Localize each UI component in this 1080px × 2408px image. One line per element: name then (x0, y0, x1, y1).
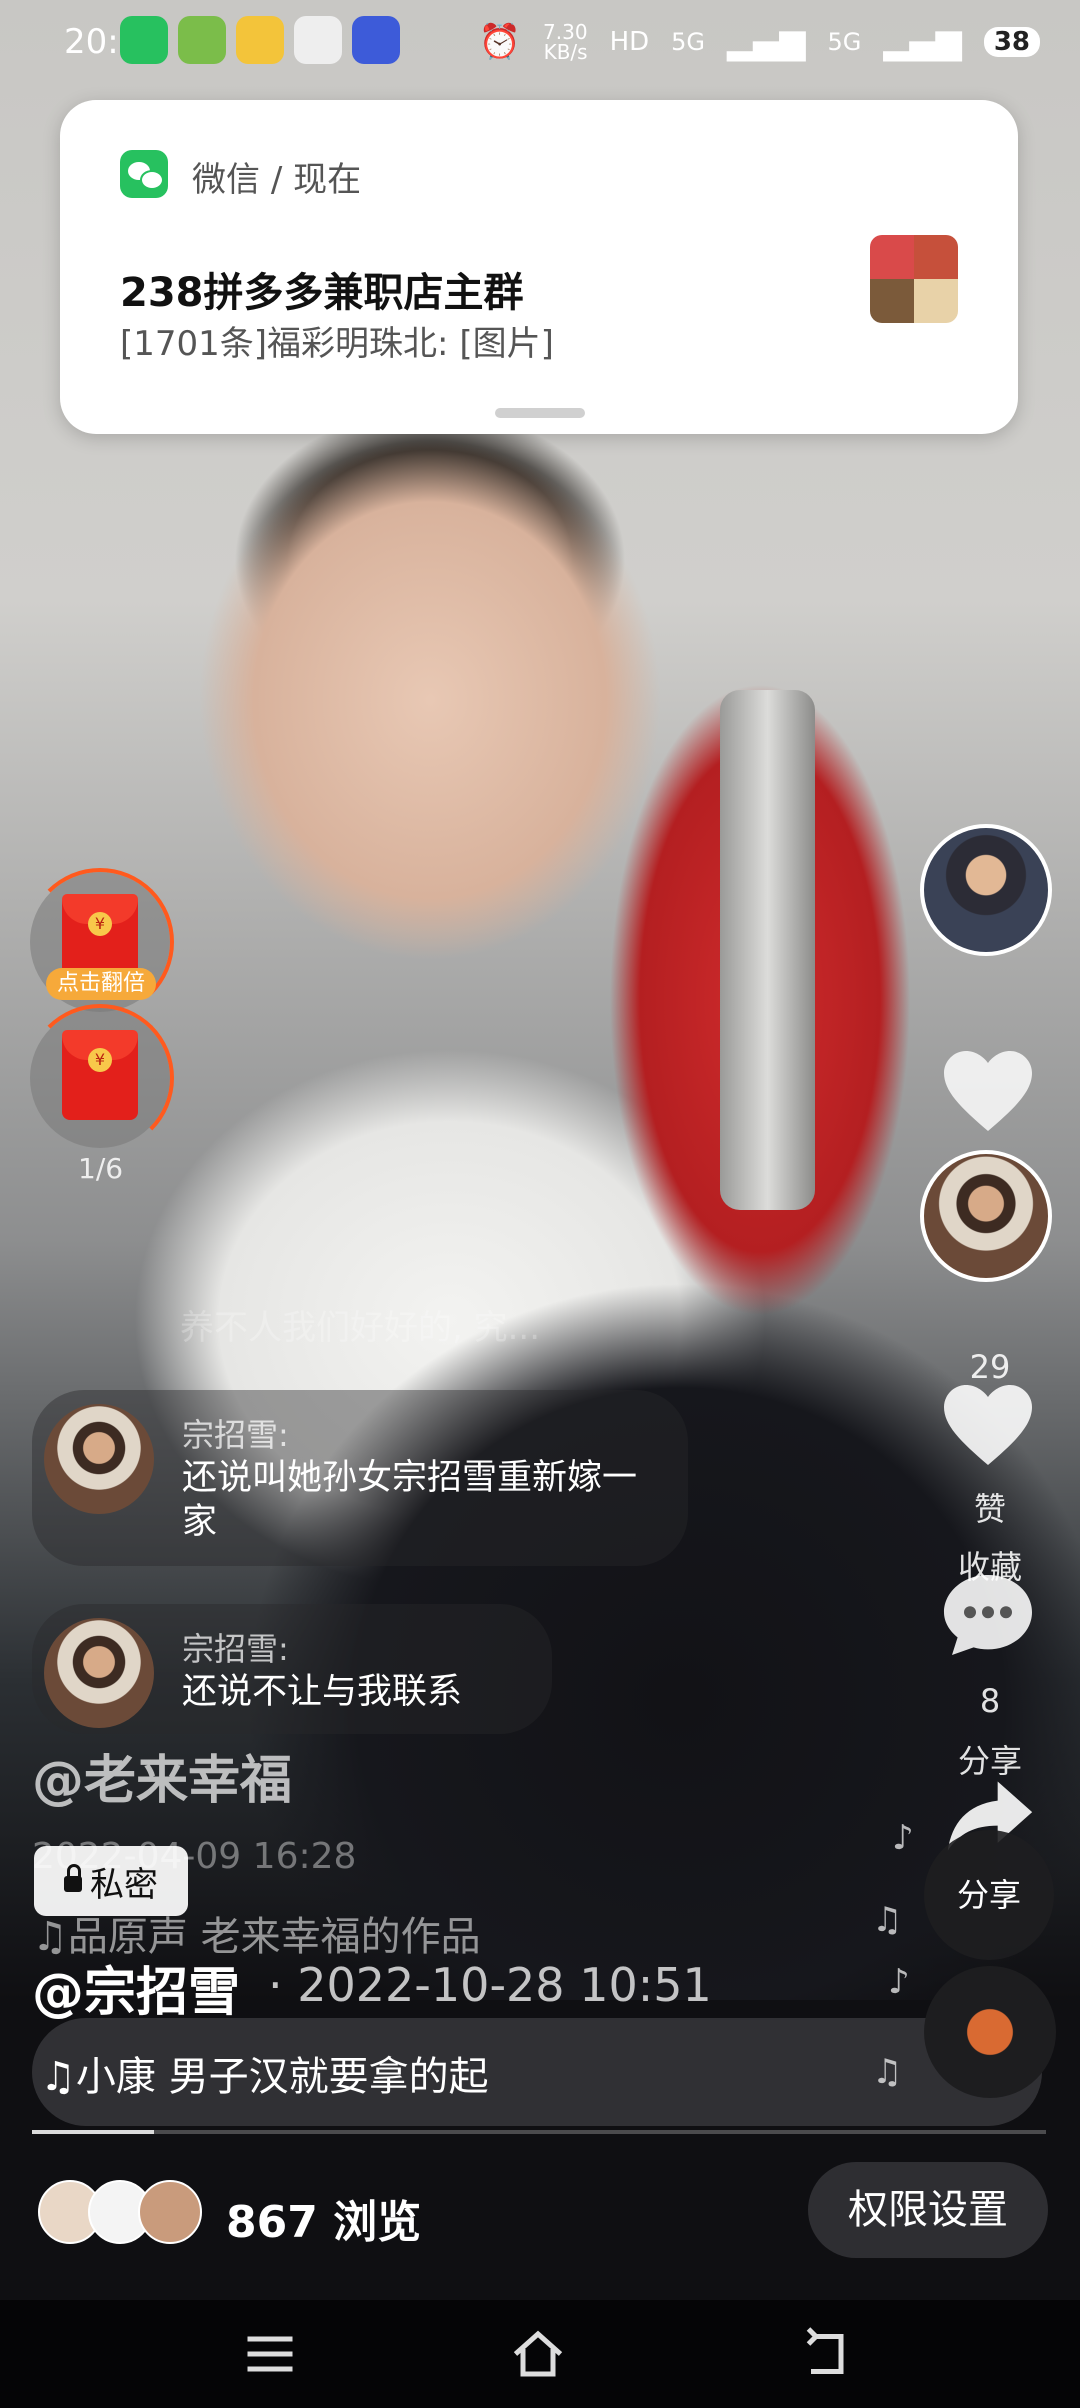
notification-app: 微信 (192, 160, 260, 200)
group-avatar-thumbnail (870, 235, 958, 323)
comment-author: 宗招雪: (182, 1630, 289, 1668)
comment-text: 还说叫她孙女宗招雪重新嫁一家 (182, 1458, 638, 1542)
red-envelope-icon: ¥ (62, 1030, 138, 1120)
share-button[interactable]: 分享 (924, 1830, 1054, 1960)
viewer-avatar (138, 2180, 202, 2244)
author-handle[interactable]: @宗招雪 (32, 1950, 240, 2025)
music-note-icon: ♫ (872, 1900, 903, 1940)
status-bar: 20:14 ⏰ 7.30 KB/s HD 5G ▂▄▆ 5G ▂▄▆ 38 (0, 0, 1080, 88)
system-nav-bar (0, 2300, 1080, 2408)
app-status-icon (294, 16, 342, 64)
music-note-icon: ♪ (892, 1818, 914, 1858)
commenter-avatar[interactable] (920, 1150, 1052, 1282)
music-note-icon: ♫ (872, 2052, 903, 2092)
music-note-icon: ♪ (888, 1962, 910, 2002)
permission-settings-button[interactable]: 权限设置 (808, 2162, 1048, 2258)
view-count-number: 867 (226, 2197, 318, 2248)
notification-time: 现在 (293, 160, 362, 200)
view-count[interactable]: 867 浏览 (226, 2186, 421, 2250)
music-bar[interactable]: ♫小康 男子汉就要拿的起 ♫ (32, 2018, 1042, 2126)
lock-icon (64, 1864, 82, 1892)
comment-count: 8 (979, 1682, 1001, 1720)
heart-icon[interactable] (940, 1046, 1036, 1136)
music-title: ♫小康 男子汉就要拿的起 (40, 2054, 489, 2100)
comment-author: 宗招雪: (182, 1416, 289, 1454)
signal-label-1: 5G (671, 28, 706, 56)
signal-bars-icon: ▂▄▆ (883, 22, 962, 62)
net-speed-unit: KB/s (543, 40, 588, 64)
alarm-icon: ⏰ (478, 22, 522, 62)
background-pipe (720, 690, 815, 1210)
comment-icon[interactable] (940, 1570, 1036, 1660)
signal-label-2: 5G (827, 28, 862, 56)
status-right-icons: ⏰ 7.30 KB/s HD 5G ▂▄▆ 5G ▂▄▆ 38 (479, 22, 1040, 62)
wechat-status-icon (120, 16, 168, 64)
commenter-avatar (44, 1618, 154, 1728)
red-packet-pager: 1/6 (78, 1152, 124, 1185)
creator-avatar[interactable] (920, 824, 1052, 956)
comment-bubble[interactable]: 宗招雪: 还说不让与我联系 (32, 1604, 552, 1734)
wechat-notification[interactable]: 微信 / 现在 238拼多多兼职店主群 [1701条]福彩明珠北: [图片] (60, 100, 1018, 434)
comment-text: 还说不让与我联系 (182, 1672, 463, 1712)
menu-icon[interactable] (240, 2324, 300, 2384)
video-progress-fill (32, 2130, 154, 2134)
app-status-icon (236, 16, 284, 64)
notification-drag-handle[interactable] (495, 408, 585, 418)
post-date: · 2022-10-28 10:51 (268, 1958, 712, 2012)
commenter-avatar (44, 1404, 154, 1514)
notification-title: 238拼多多兼职店主群 (120, 270, 524, 316)
signal-bars-icon: ▂▄▆ (727, 22, 806, 62)
home-icon[interactable] (508, 2324, 568, 2384)
notification-body: [1701条]福彩明珠北: [图片] (120, 324, 554, 364)
like-heart-icon[interactable] (940, 1380, 1036, 1470)
like-label: 赞 (973, 1490, 1006, 1528)
privacy-label: 私密 (90, 1864, 158, 1905)
video-progress-bar[interactable] (32, 2130, 1046, 2134)
notification-separator: / (270, 160, 283, 200)
app-status-icon (178, 16, 226, 64)
wechat-icon (120, 150, 168, 198)
back-icon[interactable] (796, 2324, 856, 2384)
comment-ghost-text: 养不人我们好好的, 究... (180, 1308, 541, 1348)
status-app-icons (120, 16, 400, 64)
viewer-avatars[interactable] (38, 2180, 202, 2250)
red-packet-double-button[interactable]: ¥ 点击翻倍 (26, 868, 174, 1016)
hd-icon: HD (609, 27, 650, 57)
app-status-icon (352, 16, 400, 64)
battery-indicator: 38 (983, 27, 1040, 57)
previous-user-handle-ghost: @老来幸福 (32, 1751, 293, 1811)
view-count-label: 浏览 (333, 2197, 422, 2248)
comment-bubble[interactable]: 宗招雪: 还说叫她孙女宗招雪重新嫁一家 (32, 1390, 688, 1566)
double-tag: 点击翻倍 (46, 968, 156, 1000)
music-disc[interactable] (924, 1966, 1056, 2098)
red-packet-button[interactable]: ¥ (26, 1004, 174, 1152)
